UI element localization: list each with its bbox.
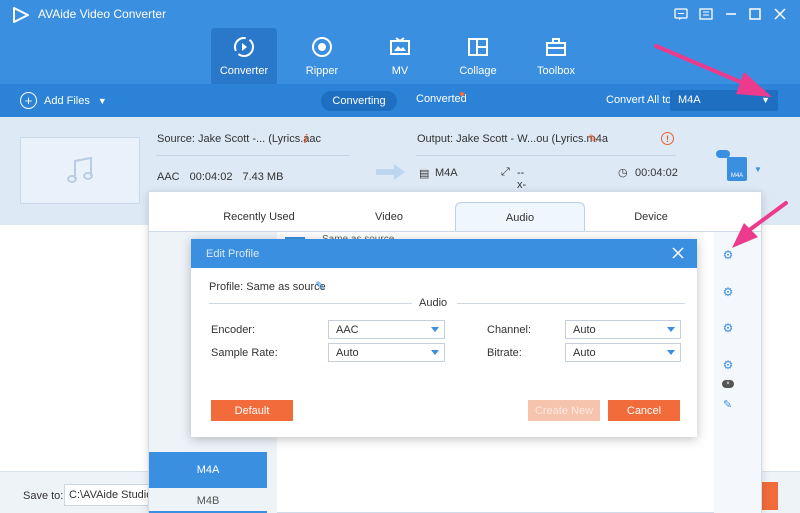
profile-name: Profile: Same as source	[209, 281, 326, 293]
chevron-down-icon	[667, 350, 675, 355]
tab-video[interactable]: Video	[329, 202, 449, 232]
mv-icon	[387, 34, 413, 60]
chevron-down-icon[interactable]: ▼	[98, 96, 107, 106]
edit-icon[interactable]: ✎	[588, 132, 598, 146]
chevron-down-icon	[431, 327, 439, 332]
tab-toolbox-label: Toolbox	[537, 65, 575, 77]
bitrate-value: Auto	[573, 347, 596, 359]
tab-recently-used[interactable]: Recently Used	[199, 202, 319, 232]
menu-icon[interactable]	[696, 4, 716, 24]
channel-select[interactable]: Auto	[565, 320, 681, 339]
app-title: AVAide Video Converter	[38, 7, 167, 21]
tab-converted[interactable]: Converted	[416, 93, 467, 105]
close-icon[interactable]	[770, 4, 790, 24]
bitrate-select[interactable]: Auto	[565, 343, 681, 362]
tab-ripper[interactable]: Ripper	[289, 28, 355, 84]
plus-icon: +	[20, 92, 37, 109]
section-audio-label: Audio	[419, 297, 448, 309]
tab-converting[interactable]: Converting	[321, 91, 397, 111]
tab-device[interactable]: Device	[591, 202, 711, 232]
settings-column	[714, 232, 761, 513]
annotation-arrow	[654, 44, 772, 97]
dialog-header: Edit Profile	[191, 239, 697, 268]
format-icon-text: M4A	[730, 173, 744, 179]
toolbox-icon	[543, 34, 569, 60]
divider	[156, 155, 350, 156]
info-icon[interactable]: i	[304, 132, 307, 146]
gear-icon[interactable]: ⚙	[722, 286, 734, 298]
sample-rate-select[interactable]: Auto	[328, 343, 445, 362]
default-button[interactable]: Default	[211, 400, 293, 421]
resize-icon: ⤢	[501, 166, 510, 178]
tab-converter-label: Converter	[219, 65, 269, 77]
channel-label: Channel:	[487, 324, 532, 336]
source-size: 7.43 MB	[242, 171, 284, 183]
tab-toolbox[interactable]: Toolbox	[523, 28, 589, 84]
dialog-title: Edit Profile	[206, 248, 260, 260]
save-to-input[interactable]: C:\AVAide Studio\	[64, 484, 154, 506]
music-note-icon	[67, 156, 93, 183]
collage-icon	[465, 34, 491, 60]
convert-all-button[interactable]	[762, 482, 778, 510]
encoder-value: AAC	[336, 324, 359, 336]
converter-icon	[231, 34, 257, 60]
save-to-label: Save to:	[23, 490, 64, 502]
source-filename: Source: Jake Scott -... (Lyrics.aac	[157, 133, 322, 145]
divider	[457, 303, 685, 304]
edit-icon[interactable]: ✎	[723, 398, 732, 411]
notification-dot	[460, 92, 464, 96]
tab-audio[interactable]: Audio	[455, 202, 585, 232]
create-new-button[interactable]: Create New	[528, 400, 600, 421]
sample-rate-label: Sample Rate:	[211, 347, 278, 359]
encoder-label: Encoder:	[211, 324, 256, 336]
output-format: M4A	[435, 167, 458, 179]
sample-rate-value: Auto	[336, 347, 359, 359]
chevron-down-icon	[667, 327, 675, 332]
film-icon: ▤	[419, 168, 430, 180]
output-filename: Output: Jake Scott - W...ou (Lyrics.m4a	[417, 133, 608, 145]
bitrate-label: Bitrate:	[487, 347, 522, 359]
chevron-down-icon	[431, 350, 439, 355]
app-logo-icon	[13, 7, 29, 23]
add-files-button[interactable]: + Add Files ▼	[20, 92, 107, 109]
cancel-button[interactable]: Cancel	[608, 400, 680, 421]
source-duration: 00:04:02	[189, 171, 233, 183]
file-thumbnail[interactable]	[20, 137, 140, 204]
gear-icon[interactable]: ⚙	[722, 359, 734, 371]
arrow-right-icon	[376, 164, 405, 180]
output-duration: 00:04:02	[635, 167, 678, 179]
tab-converter[interactable]: Converter	[211, 28, 277, 84]
gear-icon[interactable]: ⚙	[722, 322, 734, 334]
tab-collage-label: Collage	[459, 65, 497, 77]
divider	[209, 303, 412, 304]
tab-ripper-label: Ripper	[305, 65, 339, 77]
chevron-down-icon[interactable]: ▼	[754, 165, 762, 174]
feedback-icon[interactable]	[671, 4, 691, 24]
edit-profile-dialog: Edit Profile Profile: Same as source ✎ A…	[191, 239, 697, 437]
source-codec: AAC	[157, 171, 180, 183]
encoder-select[interactable]: AAC	[328, 320, 445, 339]
add-files-label: Add Files	[44, 94, 90, 107]
format-item-m4a[interactable]: M4A	[149, 452, 267, 488]
delete-icon[interactable]: ×	[722, 380, 734, 388]
close-icon[interactable]	[669, 244, 687, 262]
tab-mv-label: MV	[391, 65, 409, 77]
source-meta: AAC 00:04:02 7.43 MB	[157, 171, 283, 183]
edit-icon[interactable]: ✎	[315, 279, 325, 293]
ripper-icon	[309, 34, 335, 60]
maximize-icon[interactable]	[745, 4, 765, 24]
clock-icon: ◷	[618, 167, 628, 179]
divider	[416, 155, 676, 156]
alert-icon[interactable]: !	[661, 132, 674, 145]
annotation-arrow	[732, 201, 788, 248]
output-format-button[interactable]: M4A	[727, 157, 747, 181]
tab-collage[interactable]: Collage	[445, 28, 511, 84]
minimize-icon[interactable]	[721, 4, 741, 24]
tab-mv[interactable]: MV	[367, 28, 433, 84]
channel-value: Auto	[573, 324, 596, 336]
